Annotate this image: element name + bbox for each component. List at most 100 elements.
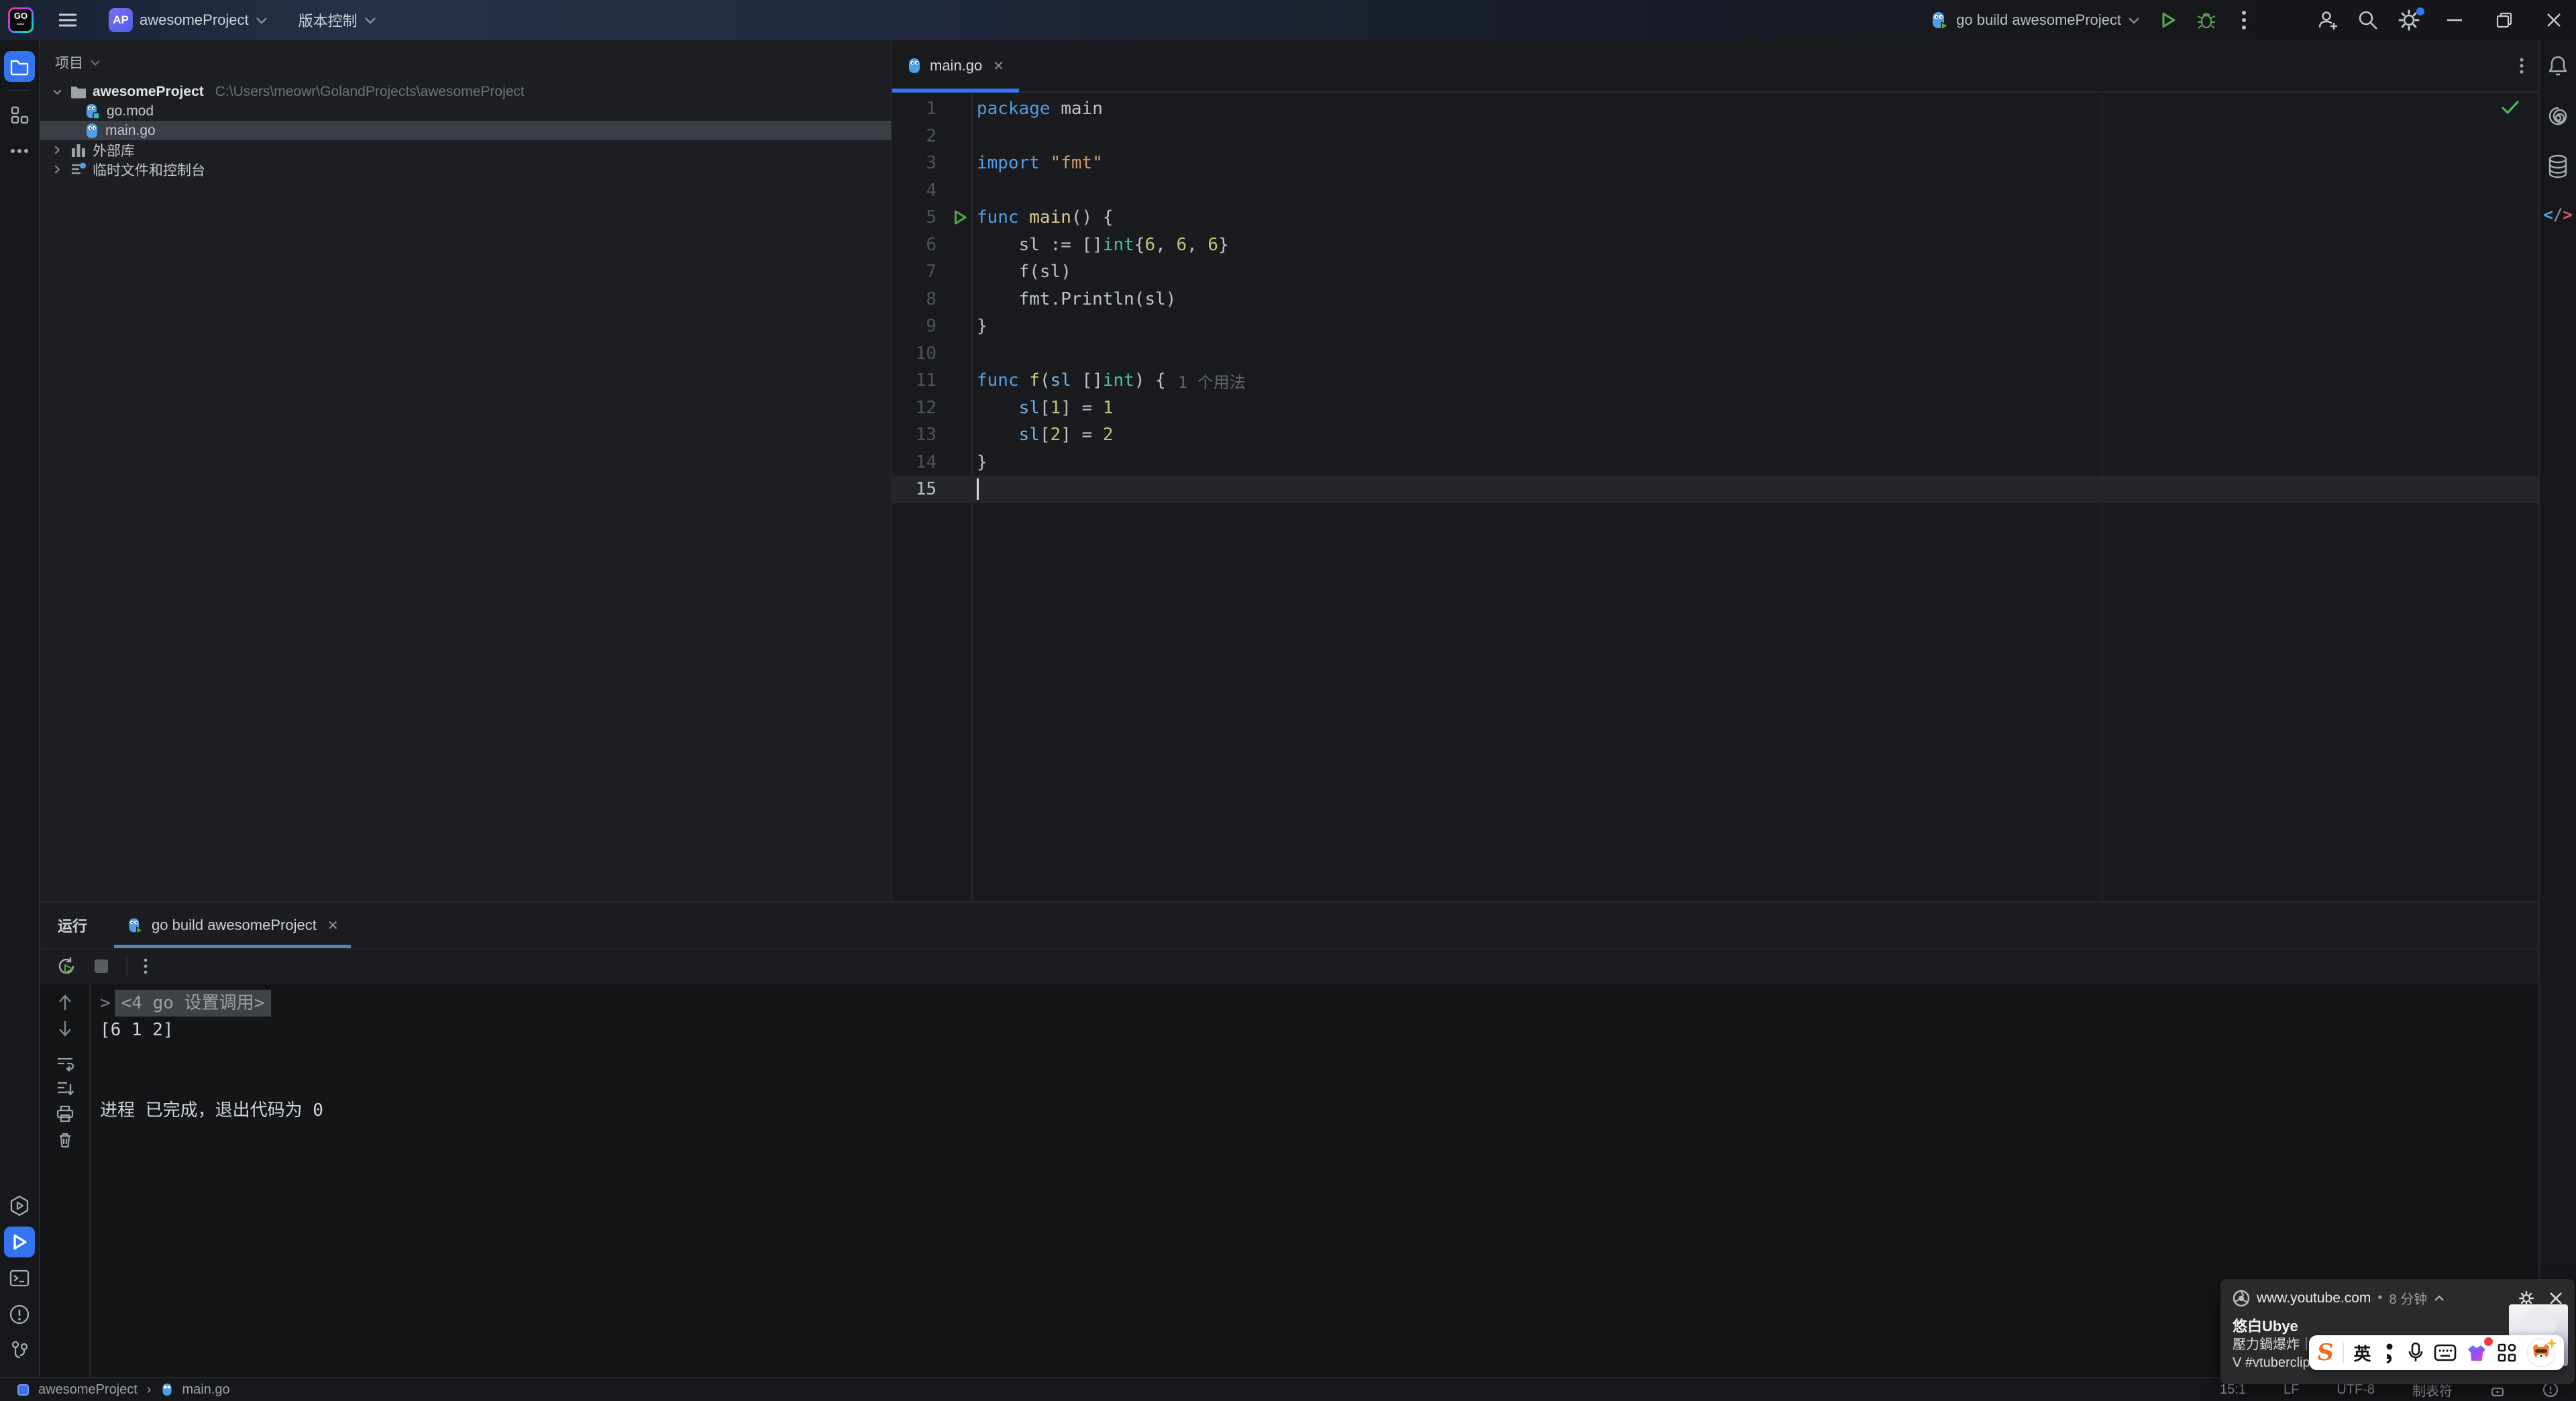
- window-minimize-button[interactable]: [2432, 0, 2477, 40]
- code-with-me-button[interactable]: [2310, 5, 2345, 36]
- sogou-logo-icon[interactable]: S: [2315, 1339, 2335, 1366]
- minimize-icon: [2447, 19, 2462, 21]
- ime-language-toggle[interactable]: 英: [2353, 1341, 2371, 1365]
- run-tool-button[interactable]: [4, 1227, 35, 1257]
- problems-icon: [9, 1304, 30, 1325]
- run-button[interactable]: [2152, 5, 2184, 36]
- project-panel-header[interactable]: 项目: [40, 40, 891, 82]
- code-line: 7 f(sl): [892, 258, 2538, 286]
- tab-close-icon[interactable]: ✕: [993, 58, 1004, 74]
- tree-row-go-mod[interactable]: go.mod: [40, 101, 891, 121]
- line-number: 13: [915, 425, 936, 446]
- code-line: 10: [892, 340, 2538, 368]
- line-number: 7: [926, 262, 936, 282]
- editor-tab-bar: main.go ✕: [892, 40, 2538, 93]
- database-button[interactable]: [2547, 154, 2569, 178]
- ime-voice-button[interactable]: [2407, 1342, 2424, 1363]
- more-actions-button[interactable]: [2229, 5, 2259, 36]
- trash-icon[interactable]: [57, 1131, 73, 1149]
- breadcrumb-project[interactable]: awesomeProject: [38, 1382, 138, 1398]
- tree-file-label: go.mod: [107, 103, 154, 119]
- code-line: 11 func f(sl [] int) {1 个用法: [892, 367, 2538, 395]
- code-bracket-icon: <: [2543, 205, 2553, 224]
- restore-icon: [2496, 12, 2512, 28]
- rerun-button[interactable]: [56, 956, 76, 976]
- run-gutter-icon[interactable]: [951, 209, 969, 226]
- services-tool-button[interactable]: [4, 1190, 35, 1221]
- run-more-options-button[interactable]: [144, 957, 148, 975]
- console-gutter: [40, 984, 91, 1377]
- vcs-menu[interactable]: 版本控制: [292, 5, 383, 36]
- project-color-icon: [17, 1384, 29, 1396]
- run-panel-header: 运行 go build awesomeProject ✕: [40, 902, 2538, 949]
- main-menu-button[interactable]: [51, 5, 85, 36]
- editor-tab-main-go[interactable]: main.go ✕: [892, 40, 1020, 93]
- readonly-lock-widget[interactable]: [2490, 1382, 2505, 1397]
- settings-notification-dot: [2416, 7, 2424, 15]
- run-config-name: go build awesomeProject: [1956, 11, 2121, 28]
- line-number: 9: [926, 316, 936, 337]
- tree-row-project-root[interactable]: awesomeProject C:\Users\meowr\GolandProj…: [40, 82, 891, 101]
- project-widget[interactable]: AP awesomeProject: [102, 5, 274, 36]
- down-arrow-icon[interactable]: [57, 1020, 73, 1037]
- structure-icon: [11, 106, 29, 124]
- terminal-tool-button[interactable]: [4, 1263, 35, 1294]
- breadcrumb-separator: ›: [146, 1382, 152, 1397]
- code-editor[interactable]: 1 package main 2 3 import "fmt" 4 5 func main()…: [892, 93, 2538, 901]
- run-tab-go-build[interactable]: go build awesomeProject ✕: [114, 902, 351, 948]
- window-close-button[interactable]: [2532, 0, 2576, 40]
- tree-row-scratches[interactable]: 临时文件和控制台: [40, 160, 891, 179]
- structure-tool-button[interactable]: [4, 99, 35, 130]
- up-arrow-icon[interactable]: [57, 994, 73, 1011]
- console-fold-line[interactable]: > <4 go 设置调用>: [100, 990, 2538, 1017]
- notification-settings-gear-icon[interactable]: [2518, 1290, 2534, 1306]
- terminal-icon: [9, 1269, 30, 1287]
- stop-button[interactable]: [93, 957, 110, 975]
- folder-icon: [71, 86, 86, 98]
- chevron-up-icon[interactable]: [2434, 1294, 2445, 1302]
- usages-inlay-hint[interactable]: 1 个用法: [1178, 369, 1246, 393]
- window-restore-button[interactable]: [2482, 0, 2526, 40]
- scroll-to-end-icon[interactable]: [56, 1080, 74, 1096]
- notifications-button[interactable]: [2547, 55, 2569, 78]
- text-caret: [977, 478, 979, 501]
- print-icon[interactable]: [56, 1105, 74, 1123]
- tree-row-external-libraries[interactable]: 外部库: [40, 140, 891, 160]
- ime-toolbar[interactable]: S 英: [2309, 1335, 2564, 1370]
- git-tool-button[interactable]: [4, 1335, 35, 1366]
- tree-row-main-go[interactable]: main.go: [40, 121, 891, 140]
- search-everywhere-button[interactable]: [2351, 5, 2385, 36]
- skin-shirt-icon: [2468, 1345, 2486, 1361]
- ime-skin-button[interactable]: [2466, 1337, 2493, 1363]
- notification-close-icon[interactable]: [2549, 1292, 2563, 1305]
- settings-button[interactable]: [2391, 5, 2427, 36]
- run-console[interactable]: > <4 go 设置调用> [6 1 2] 进程 已完成，退出代码为 0: [40, 984, 2538, 1377]
- ime-assistant-badge[interactable]: [2526, 1338, 2557, 1367]
- problems-tool-button[interactable]: [4, 1299, 35, 1330]
- tab-close-icon[interactable]: ✕: [327, 917, 339, 934]
- fold-expand-icon[interactable]: >: [100, 990, 111, 1017]
- soft-wrap-icon[interactable]: [56, 1055, 74, 1072]
- ime-keyboard-button[interactable]: [2434, 1343, 2457, 1362]
- vcs-label: 版本控制: [298, 13, 358, 30]
- close-icon: [2547, 13, 2561, 27]
- folded-command-text[interactable]: <4 go 设置调用>: [114, 990, 272, 1017]
- ai-assistant-button[interactable]: [2546, 105, 2569, 127]
- chrome-icon: [2233, 1290, 2250, 1306]
- breadcrumb-file[interactable]: main.go: [182, 1382, 230, 1398]
- run-configuration-selector[interactable]: go build awesomeProject: [1923, 5, 2147, 36]
- left-tool-stripe: [0, 40, 40, 1377]
- debug-button[interactable]: [2190, 5, 2223, 36]
- more-tool-windows-button[interactable]: [4, 136, 35, 166]
- code-line: 12 sl[1] = 1: [892, 395, 2538, 422]
- project-tool-button[interactable]: [4, 51, 35, 82]
- ime-punctuation-toggle[interactable]: [2380, 1342, 2398, 1363]
- inspections-ok-widget[interactable]: [2501, 99, 2520, 115]
- editor-options-button[interactable]: [2520, 57, 2524, 74]
- code-line: 1 package main: [892, 95, 2538, 123]
- ime-toolbox-button[interactable]: [2497, 1343, 2517, 1363]
- endpoints-button[interactable]: < / >: [2543, 205, 2572, 224]
- chevron-down-icon: [91, 60, 100, 66]
- ime-skin-notification-dot: [2484, 1337, 2493, 1346]
- line-number: 6: [926, 234, 936, 255]
